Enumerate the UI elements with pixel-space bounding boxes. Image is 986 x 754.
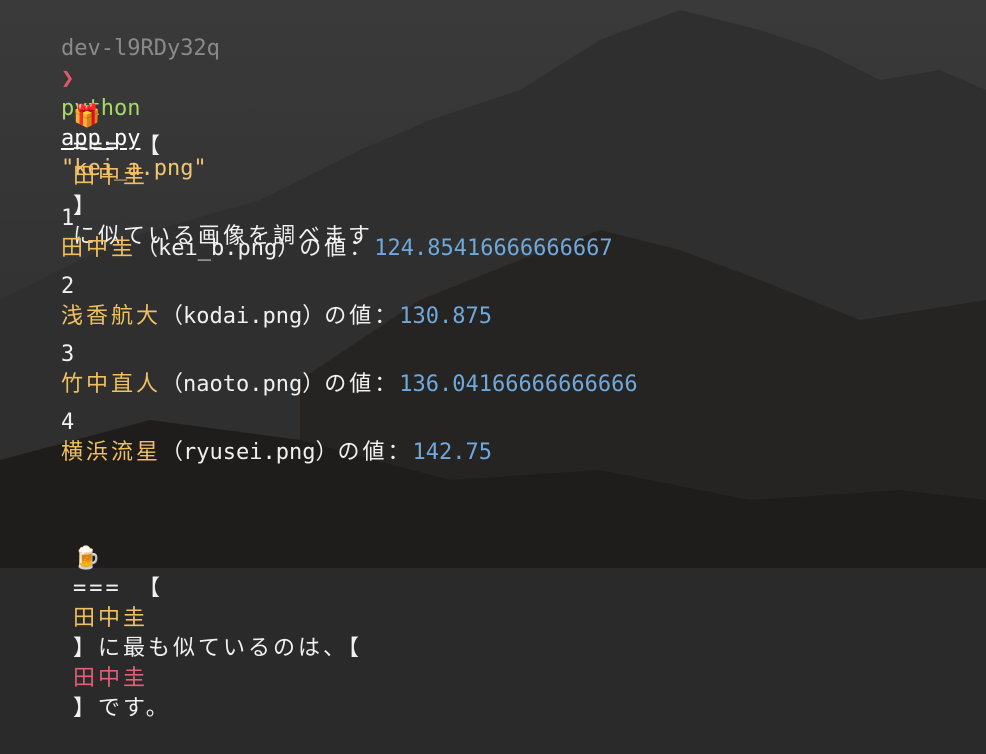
- result-rank: 4: [60, 410, 75, 435]
- result-value: 142.75: [412, 440, 492, 465]
- footer-mid: 】に最も似ているのは、【: [72, 636, 362, 661]
- gift-icon: 🎁: [72, 104, 104, 129]
- footer-suffix: 】です。: [72, 696, 171, 721]
- footer-line: 🍺 === 【 田中圭 】に最も似ているのは、【 田中圭 】です。: [8, 514, 362, 754]
- footer-name: 田中圭: [72, 606, 148, 631]
- result-row: 4 横浜流星（ryusei.png）の値：142.75: [8, 378, 492, 498]
- result-rank: 1: [60, 206, 75, 231]
- result-rank: 2: [60, 274, 75, 299]
- result-label: の値：: [337, 440, 413, 465]
- terminal[interactable]: dev-l9RDy32q ❯ python app.py "kei_a.png"…: [0, 0, 986, 721]
- result-rank: 3: [60, 342, 75, 367]
- result-name: 横浜流星: [60, 440, 161, 465]
- host-name: dev-l9RDy32q: [60, 36, 220, 61]
- beer-icon: 🍺: [72, 546, 104, 571]
- result-file: （ryusei.png）: [161, 440, 338, 465]
- footer-prefix: === 【: [72, 576, 163, 601]
- footer-match: 田中圭: [72, 666, 148, 691]
- header-prefix: === 【: [72, 134, 163, 159]
